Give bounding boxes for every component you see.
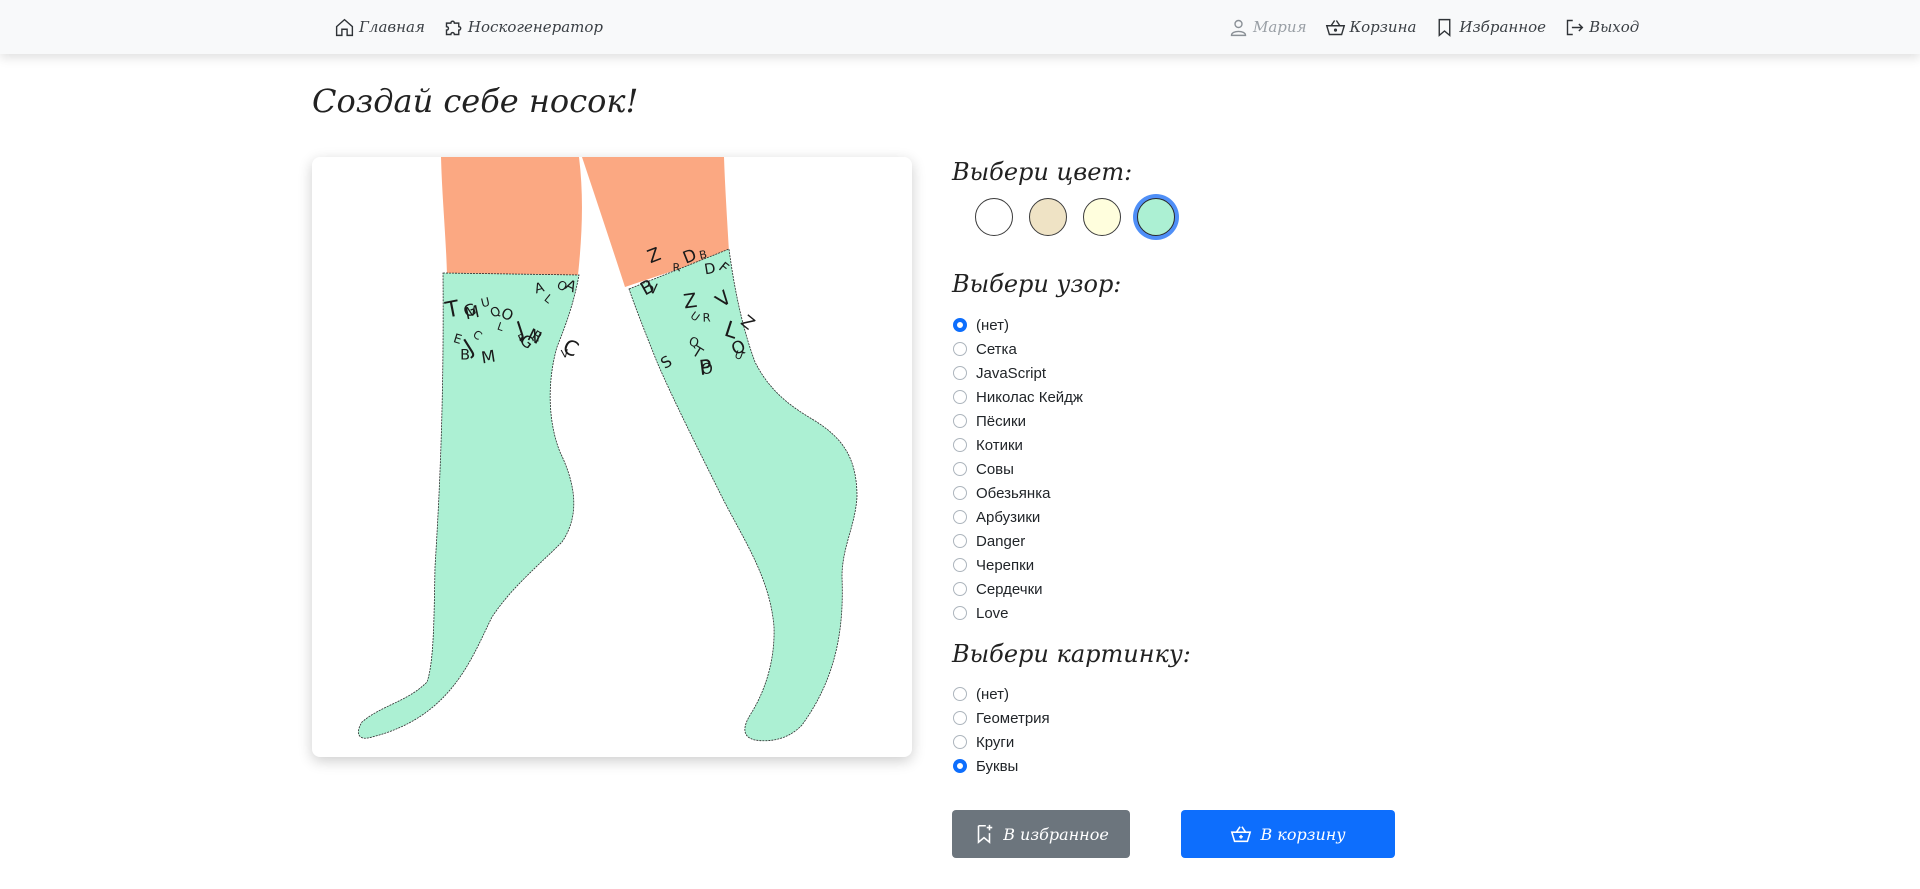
radio-button[interactable] (953, 735, 967, 749)
pattern-option-label: Love (976, 604, 1009, 622)
picture-option[interactable]: Круги (952, 730, 1050, 754)
logout-icon (1566, 19, 1584, 35)
navbar: Главная Носкогенератор Мария Корзина Изб… (0, 0, 1920, 54)
radio-button[interactable] (953, 462, 967, 476)
add-to-cart-label: В корзину (1260, 824, 1346, 844)
sock-illustration: VBCGA OMFTJOQE CGURMALJ NL BORZ DUVZVQRPBZUQ… (358, 157, 858, 742)
pattern-option[interactable]: Сетка (952, 337, 1083, 361)
nav-logout-label: Выход (1589, 18, 1640, 36)
basket-icon (1325, 19, 1345, 35)
radio-button[interactable] (953, 414, 967, 428)
color-section-title: Выбери цвет: (952, 158, 1133, 186)
nav-cart-label: Корзина (1349, 18, 1417, 36)
swatch-beige[interactable] (1029, 198, 1067, 236)
swatch-white[interactable] (975, 198, 1013, 236)
radio-button[interactable] (953, 366, 967, 380)
pattern-option-label: Danger (976, 532, 1026, 550)
swatch-cream[interactable] (1083, 198, 1121, 236)
page-title: Создай себе носок! (312, 82, 639, 120)
pattern-option-label: Обезьянка (976, 484, 1051, 502)
pattern-option-label: Сердечки (976, 580, 1043, 598)
pattern-option[interactable]: Совы (952, 457, 1083, 481)
cuff-letter: R (702, 310, 710, 324)
add-to-favorites-label: В избранное (1003, 824, 1109, 844)
pattern-option[interactable]: (нет) (952, 313, 1083, 337)
nav-user-label: Мария (1253, 18, 1307, 36)
pattern-options: (нет) Сетка JavaScript Николас Кейдж Пёс… (952, 313, 1083, 625)
pattern-option[interactable]: Обезьянка (952, 481, 1083, 505)
picture-options: (нет) Геометрия Круги Буквы (952, 682, 1050, 778)
left-leg (441, 157, 582, 275)
basket-icon (1231, 826, 1252, 843)
puzzle-icon (445, 19, 462, 35)
radio-button[interactable] (953, 390, 967, 404)
bookmark-icon (1438, 18, 1451, 37)
picture-option-label: Геометрия (976, 709, 1050, 727)
swatch-mint[interactable] (1137, 198, 1175, 236)
add-to-favorites-button[interactable]: В избранное (952, 810, 1130, 858)
user-icon (1230, 19, 1247, 36)
nav-logout-link[interactable]: Выход (1564, 17, 1639, 38)
nav-right: Мария Корзина Избранное Выход (1228, 0, 1657, 54)
radio-button[interactable] (953, 759, 967, 773)
sock-preview: VBCGAOMFTJOQECGURMALJNL BORZDUVZVQRPBZUQ… (312, 157, 912, 757)
nav-user-link[interactable]: Мария (1228, 17, 1307, 38)
nav-home-link[interactable]: Главная (334, 17, 425, 38)
radio-button[interactable] (953, 438, 967, 452)
nav-cart-link[interactable]: Корзина (1325, 17, 1417, 38)
pattern-option-label: Совы (976, 460, 1014, 478)
nav-generator-link[interactable]: Носкогенератор (443, 17, 603, 38)
radio-button[interactable] (953, 486, 967, 500)
pattern-option-label: Арбузики (976, 508, 1041, 526)
nav-generator-label: Носкогенератор (467, 18, 604, 36)
radio-button[interactable] (953, 606, 967, 620)
radio-button[interactable] (953, 534, 967, 548)
radio-button[interactable] (953, 687, 967, 701)
radio-button[interactable] (953, 318, 967, 332)
nav-home-label: Главная (359, 18, 425, 36)
pattern-option[interactable]: Черепки (952, 553, 1083, 577)
add-to-cart-button[interactable]: В корзину (1181, 810, 1395, 858)
radio-button[interactable] (953, 582, 967, 596)
pattern-option[interactable]: Арбузики (952, 505, 1083, 529)
cuff-letter: R (673, 261, 681, 274)
cuff-letter: M (480, 346, 497, 367)
cuff-letter: V (648, 281, 659, 298)
pattern-option[interactable]: Danger (952, 529, 1083, 553)
pattern-option-label: Котики (976, 436, 1023, 454)
pattern-option[interactable]: Сердечки (952, 577, 1083, 601)
pattern-option-label: Сетка (976, 340, 1017, 358)
pattern-option-label: Пёсики (976, 412, 1026, 430)
pattern-option[interactable]: JavaScript (952, 361, 1083, 385)
radio-button[interactable] (953, 711, 967, 725)
radio-button[interactable] (953, 342, 967, 356)
picture-option[interactable]: Геометрия (952, 706, 1050, 730)
picture-option[interactable]: Буквы (952, 754, 1050, 778)
pattern-option[interactable]: Николас Кейдж (952, 385, 1083, 409)
picture-option-label: (нет) (976, 685, 1009, 703)
bookmark-plus-icon (977, 824, 993, 844)
pattern-option[interactable]: Пёсики (952, 409, 1083, 433)
radio-button[interactable] (953, 510, 967, 524)
pattern-option-label: Николас Кейдж (976, 388, 1083, 406)
picture-option[interactable]: (нет) (952, 682, 1050, 706)
home-icon (335, 18, 354, 36)
color-swatches (975, 198, 1175, 236)
radio-button[interactable] (953, 558, 967, 572)
nav-favorites-link[interactable]: Избранное (1434, 17, 1546, 38)
pattern-option-label: JavaScript (976, 364, 1047, 382)
pattern-option[interactable]: Котики (952, 433, 1083, 457)
pattern-option[interactable]: Love (952, 601, 1083, 625)
nav-left: Главная Носкогенератор (334, 0, 621, 54)
pattern-option-label: (нет) (976, 316, 1009, 334)
nav-favorites-label: Избранное (1459, 18, 1547, 36)
picture-section-title: Выбери картинку: (952, 640, 1191, 668)
pattern-section-title: Выбери узор: (952, 270, 1122, 298)
picture-option-label: Круги (976, 733, 1015, 751)
picture-option-label: Буквы (976, 757, 1019, 775)
pattern-option-label: Черепки (976, 556, 1035, 574)
